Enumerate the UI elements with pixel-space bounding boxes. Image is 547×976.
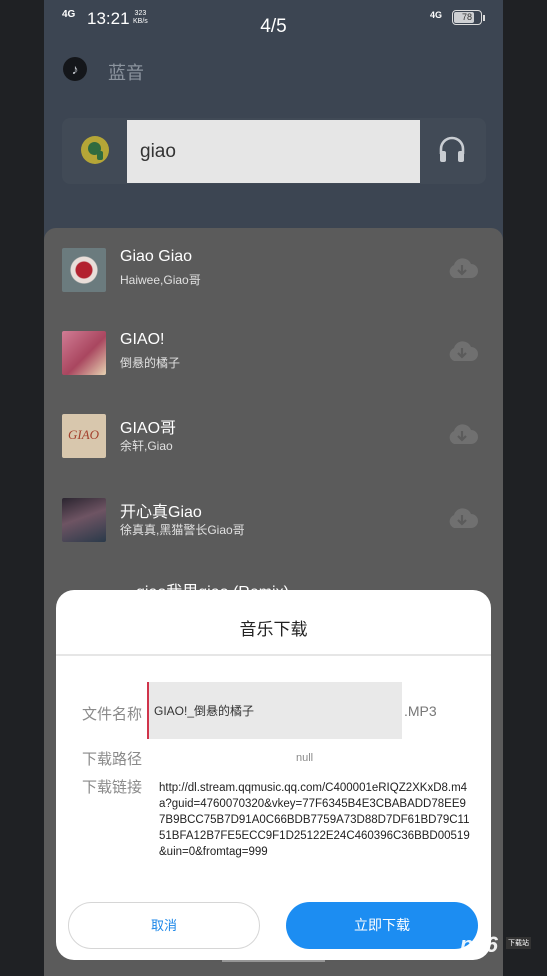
dialog-divider	[56, 654, 491, 656]
cloud-download-icon[interactable]	[446, 339, 478, 363]
download-link-label: 下载链接	[82, 779, 143, 796]
search-input[interactable]	[127, 120, 420, 183]
download-path-value: null	[296, 752, 314, 764]
battery-tip	[483, 15, 485, 21]
file-name-input[interactable]	[147, 682, 402, 739]
cloud-download-icon[interactable]	[446, 256, 478, 280]
song-title: GIAO!	[120, 331, 165, 348]
download-path-label: 下载路径	[82, 751, 143, 768]
album-cover: GIAO	[62, 414, 106, 458]
download-now-button[interactable]: 立即下载	[286, 902, 478, 949]
download-dialog: 音乐下载 文件名称 .MP3 下载路径 null 下载链接 http://dl.…	[56, 590, 491, 960]
album-cover	[62, 248, 106, 292]
song-title: Giao Giao	[120, 248, 193, 265]
cloud-download-icon[interactable]	[446, 506, 478, 530]
qq-music-icon[interactable]	[81, 136, 109, 164]
song-title: GIAO哥	[120, 420, 177, 437]
song-artist: 余轩,Giao	[120, 439, 173, 453]
song-artist: 徐真真,黑猫警长Giao哥	[120, 523, 245, 537]
watermark-logo: pc6	[460, 932, 498, 957]
song-artist: Haiwee,Giao哥	[120, 273, 201, 287]
battery-icon: 78	[452, 10, 482, 25]
headphones-icon[interactable]	[437, 134, 467, 164]
song-title: 开心真Giao	[120, 504, 202, 521]
status-bar: 4G 13:21 323 KB/s 4/5 4G 78	[44, 0, 503, 37]
list-item[interactable]: 开心真Giao 徐真真,黑猫警长Giao哥	[44, 498, 503, 568]
song-artist: 倒悬的橘子	[120, 356, 181, 370]
cancel-button[interactable]: 取消	[68, 902, 260, 949]
watermark-tag: 下载站	[506, 937, 531, 949]
dialog-title: 音乐下载	[239, 620, 308, 639]
album-cover	[62, 331, 106, 375]
file-extension: .MP3	[404, 703, 437, 719]
album-cover	[62, 498, 106, 542]
battery-level: 78	[461, 12, 472, 22]
cloud-download-icon[interactable]	[446, 422, 478, 446]
download-link-value: http://dl.stream.qqmusic.qq.com/C400001e…	[159, 782, 470, 858]
file-name-label: 文件名称	[82, 706, 143, 723]
app-title: 蓝音	[108, 63, 144, 83]
cellular-indicator: 4G	[430, 10, 443, 20]
music-note-icon: ♪	[63, 57, 87, 81]
list-item[interactable]: GIAO! 倒悬的橘子	[44, 331, 503, 401]
list-item[interactable]: Giao Giao Haiwee,Giao哥	[44, 248, 503, 318]
list-item[interactable]: GIAO GIAO哥 余轩,Giao	[44, 414, 503, 484]
